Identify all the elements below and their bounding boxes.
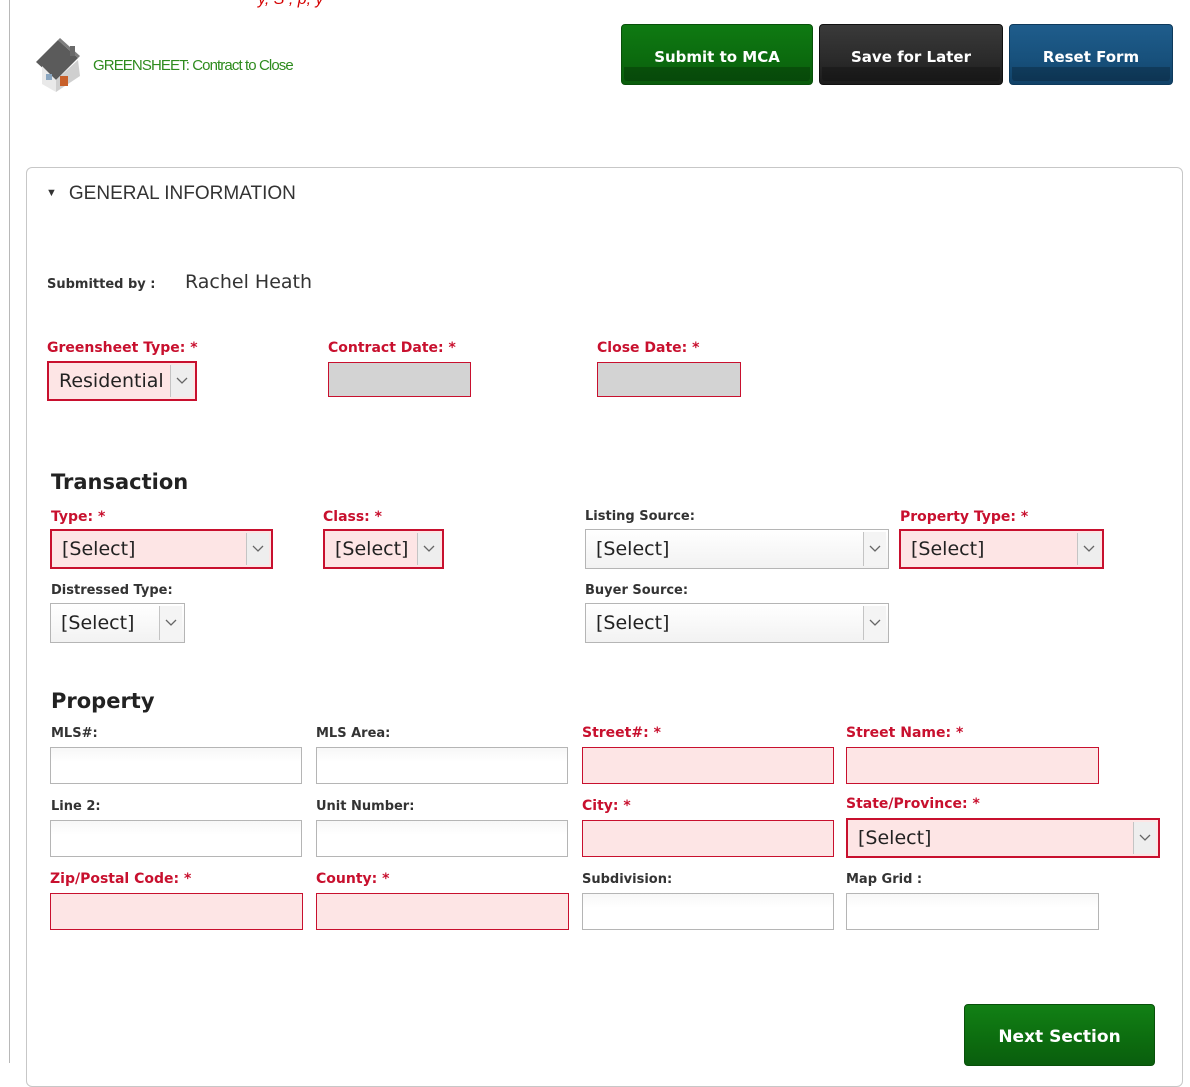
- contract-date-label: Contract Date: *: [328, 340, 456, 356]
- chevron-down-icon: [159, 606, 182, 640]
- type-label: Type: *: [51, 509, 106, 525]
- map-grid-field[interactable]: [846, 893, 1099, 930]
- property-type-select[interactable]: [Select]: [899, 529, 1104, 569]
- close-date-field[interactable]: [597, 362, 741, 397]
- street-name-field[interactable]: [846, 747, 1099, 784]
- mls-area-label: MLS Area:: [316, 726, 391, 741]
- mls-area-field[interactable]: [316, 747, 568, 784]
- section-toggle[interactable]: ▼ GENERAL INFORMATION: [46, 183, 296, 205]
- buyer-source-label: Buyer Source:: [585, 583, 689, 598]
- reset-form-button[interactable]: Reset Form: [1009, 24, 1173, 85]
- class-select[interactable]: [Select]: [323, 529, 444, 569]
- line2-label: Line 2:: [51, 799, 101, 814]
- county-label: County: *: [316, 871, 390, 887]
- city-field[interactable]: [582, 820, 834, 857]
- listing-source-value: [Select]: [596, 538, 670, 560]
- distressed-type-select[interactable]: [Select]: [50, 603, 185, 643]
- map-grid-label: Map Grid :: [846, 872, 923, 887]
- county-field[interactable]: [316, 893, 569, 930]
- save-for-later-button[interactable]: Save for Later: [819, 24, 1003, 85]
- mls-label: MLS#:: [51, 726, 98, 741]
- chevron-down-icon: [1133, 822, 1156, 854]
- chevron-down-icon: [417, 533, 440, 565]
- chevron-down-icon: [246, 533, 269, 565]
- chevron-down-icon: [863, 532, 886, 566]
- left-border-line: [9, 0, 10, 1063]
- greensheet-type-select[interactable]: Residential: [47, 361, 197, 401]
- greensheet-type-label: Greensheet Type: *: [47, 340, 198, 356]
- app-title: GREENSHEET: Contract to Close: [93, 57, 294, 74]
- close-date-label: Close Date: *: [597, 340, 700, 356]
- listing-source-label: Listing Source:: [585, 509, 695, 524]
- type-value: [Select]: [62, 538, 136, 560]
- distressed-type-value: [Select]: [61, 612, 135, 634]
- chevron-down-icon: [170, 365, 193, 397]
- subdivision-label: Subdivision:: [582, 872, 673, 887]
- street-number-field[interactable]: [582, 747, 834, 784]
- zip-label: Zip/Postal Code: *: [50, 871, 192, 887]
- collapse-caret-icon: ▼: [46, 187, 57, 199]
- buyer-source-select[interactable]: [Select]: [585, 603, 889, 643]
- class-value: [Select]: [335, 538, 409, 560]
- property-heading: Property: [51, 689, 155, 713]
- chevron-down-icon: [863, 606, 886, 640]
- submit-button[interactable]: Submit to MCA: [621, 24, 813, 85]
- contract-date-field[interactable]: [328, 362, 471, 397]
- street-name-label: Street Name: *: [846, 725, 964, 741]
- listing-source-select[interactable]: [Select]: [585, 529, 889, 569]
- top-note: y, S , p, y: [258, 0, 324, 9]
- subdivision-field[interactable]: [582, 893, 834, 930]
- unit-number-label: Unit Number:: [316, 799, 415, 814]
- zip-field[interactable]: [50, 893, 303, 930]
- submitted-by-label: Submitted by :: [47, 277, 156, 292]
- type-select[interactable]: [Select]: [50, 529, 273, 569]
- house-logo-icon: [34, 36, 94, 92]
- section-title: GENERAL INFORMATION: [68, 183, 296, 204]
- city-label: City: *: [582, 798, 631, 814]
- buyer-source-value: [Select]: [596, 612, 670, 634]
- property-type-value: [Select]: [911, 538, 985, 560]
- next-section-button[interactable]: Next Section: [964, 1004, 1155, 1066]
- unit-number-field[interactable]: [316, 820, 568, 857]
- state-province-label: State/Province: *: [846, 796, 980, 812]
- greensheet-type-value: Residential: [59, 370, 164, 392]
- state-province-value: [Select]: [858, 827, 932, 849]
- state-province-select[interactable]: [Select]: [846, 818, 1160, 858]
- transaction-heading: Transaction: [51, 470, 189, 494]
- street-number-label: Street#: *: [582, 725, 661, 741]
- chevron-down-icon: [1077, 533, 1100, 565]
- class-label: Class: *: [323, 509, 382, 525]
- submitted-by-value: Rachel Heath: [185, 271, 313, 293]
- mls-number-field[interactable]: [50, 747, 302, 784]
- line2-field[interactable]: [50, 820, 302, 857]
- distressed-type-label: Distressed Type:: [51, 583, 173, 598]
- property-type-label: Property Type: *: [900, 509, 1029, 525]
